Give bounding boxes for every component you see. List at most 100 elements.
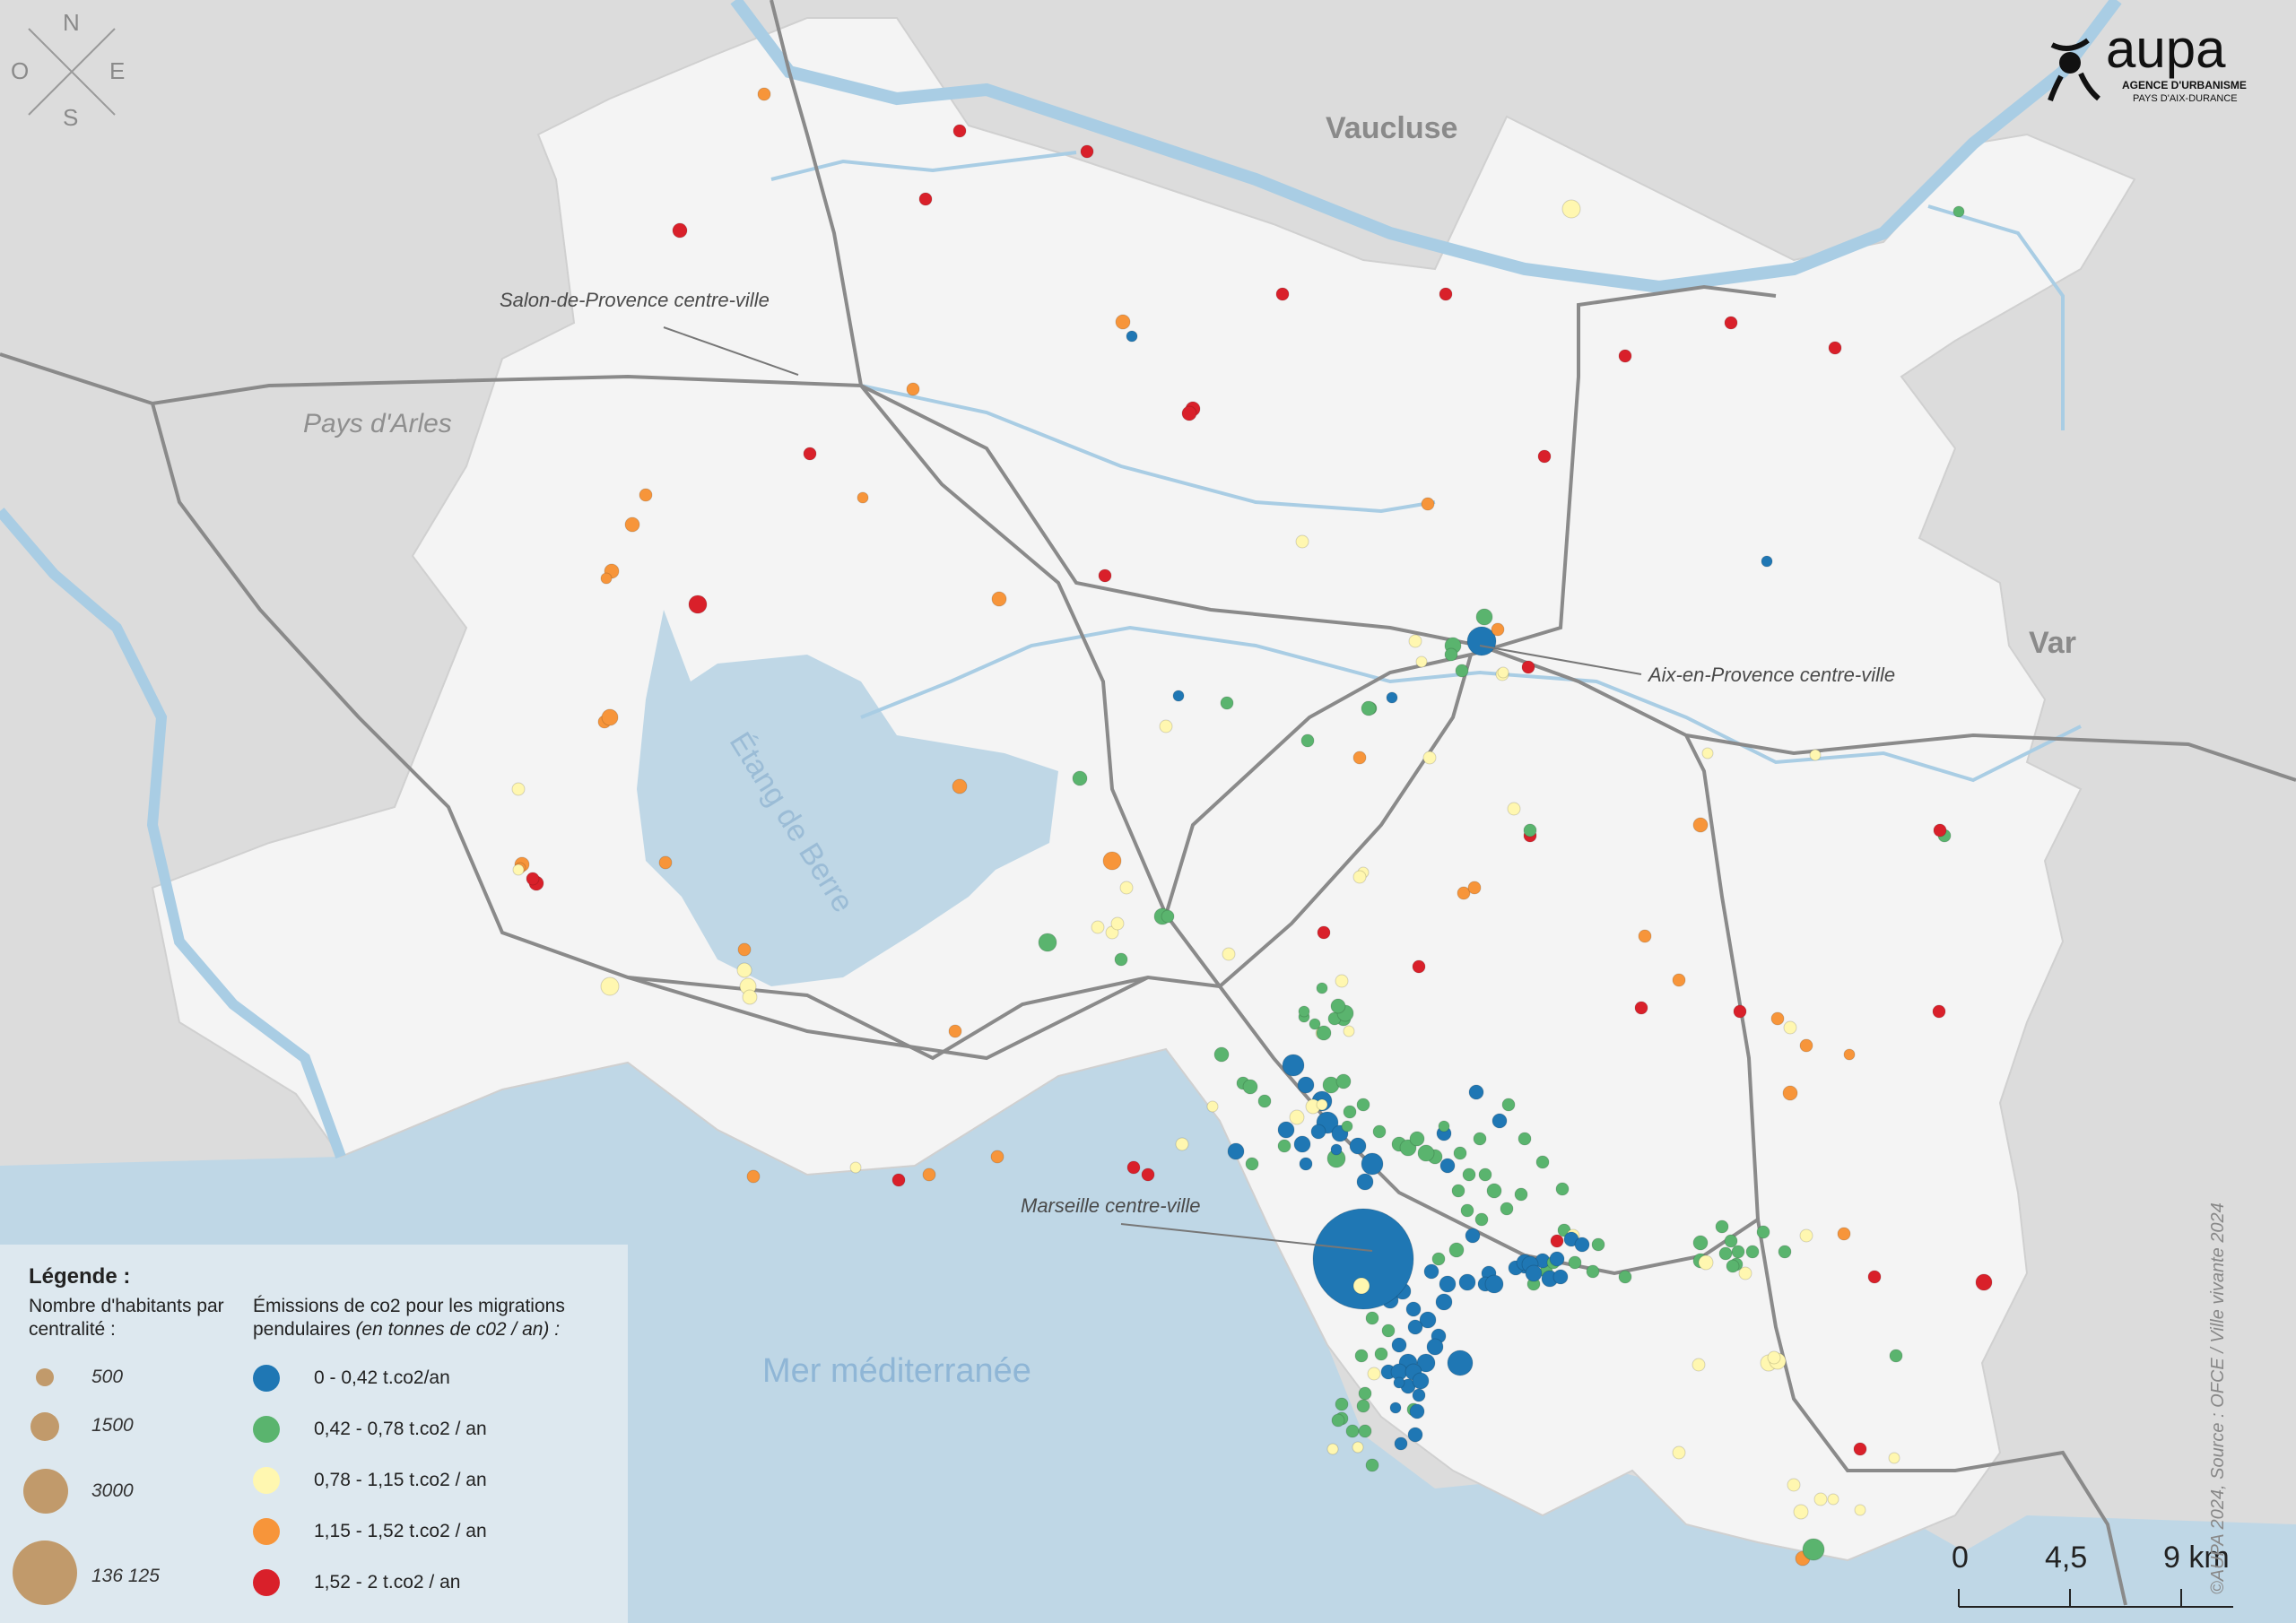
compass-rose: N O E S (9, 9, 135, 135)
centrality-point (990, 1150, 1004, 1164)
centrality-point (1365, 1458, 1379, 1472)
centrality-point (1352, 1277, 1370, 1295)
centrality-point (1672, 973, 1686, 987)
centrality-point (1289, 1109, 1305, 1125)
compass-o: O (11, 57, 30, 84)
legend-class-3-label: 1,15 - 1,52 t.co2 / an (314, 1521, 487, 1541)
label-marseille: Marseille centre-ville (1021, 1194, 1201, 1217)
centrality-point (1352, 751, 1367, 765)
centrality-point (1453, 1146, 1467, 1160)
aupa-logo: aupa AGENCE D'URBANISME PAYS D'AIX-DURAN… (2043, 19, 2258, 117)
centrality-point (922, 1167, 936, 1182)
centrality-point (1295, 534, 1309, 549)
centrality-point (1038, 933, 1057, 952)
centrality-point (1692, 1235, 1709, 1251)
centrality-point (1381, 1324, 1396, 1338)
centrality-point (1448, 1242, 1465, 1258)
legend-pop-symbol-3000 (23, 1469, 68, 1514)
centrality-point (1409, 1403, 1425, 1419)
centrality-point (1550, 1234, 1564, 1248)
centrality-point (1257, 1094, 1272, 1108)
logo-brand: aupa (2106, 19, 2226, 79)
centrality-point (1843, 1048, 1856, 1061)
centrality-point (1561, 199, 1581, 219)
legend-class-4-label: 1,52 - 2 t.co2 / an (314, 1572, 461, 1593)
centrality-point (737, 942, 752, 957)
centrality-point (1110, 916, 1125, 931)
legend-pop-symbol-1500 (30, 1412, 59, 1441)
centrality-point (1412, 959, 1426, 974)
centrality-point (1460, 1203, 1474, 1218)
legend-class-4-swatch (253, 1569, 280, 1596)
centrality-point (891, 1173, 906, 1187)
centrality-point (1072, 770, 1088, 786)
centrality-point (1618, 1270, 1632, 1284)
centrality-point (1159, 719, 1173, 733)
centrality-point (600, 572, 613, 585)
centrality-point (1114, 952, 1128, 967)
centrality-point (906, 382, 920, 396)
centrality-point (1468, 1084, 1484, 1100)
centrality-point (1438, 1120, 1450, 1133)
centrality-point (952, 778, 968, 794)
centrality-point (1692, 1358, 1706, 1372)
compass-e: E (109, 57, 126, 84)
centrality-point (1356, 1399, 1370, 1413)
centrality-point (1731, 1245, 1745, 1259)
aupa-figure-icon (2048, 38, 2100, 101)
centrality-point (1115, 314, 1131, 330)
centrality-point (1206, 1100, 1219, 1113)
centrality-point (1724, 316, 1738, 330)
centrality-point (1718, 1246, 1733, 1261)
centrality-point (1552, 1269, 1569, 1285)
centrality-point (991, 591, 1007, 607)
centrality-point (1335, 974, 1349, 988)
centrality-point (1102, 851, 1122, 871)
centrality-point (1220, 696, 1234, 710)
centrality-point (1358, 1424, 1372, 1438)
centrality-point (1372, 1124, 1387, 1139)
centrality-point (1638, 929, 1652, 943)
centrality-point (1409, 1131, 1425, 1147)
centrality-point (1330, 1143, 1343, 1156)
centrality-point (742, 989, 758, 1005)
centrality-point (1478, 1167, 1492, 1182)
centrality-point (1317, 925, 1331, 940)
centrality-point (1245, 1157, 1259, 1171)
centrality-point (1492, 1113, 1508, 1129)
centrality-point (1462, 1167, 1476, 1182)
legend-pop-symbol-500 (36, 1368, 54, 1386)
centrality-point (1813, 1492, 1828, 1506)
centrality-point (1586, 1264, 1600, 1279)
centrality-point (1297, 1076, 1315, 1094)
centrality-point (1455, 664, 1469, 678)
centrality-point (1316, 1025, 1332, 1041)
legend-class-1-swatch (253, 1416, 280, 1443)
centrality-point (948, 1024, 962, 1038)
centrality-point (1412, 1388, 1426, 1402)
centrality-point (1474, 1212, 1489, 1227)
centrality-point (1555, 1182, 1570, 1196)
centrality-point (1837, 1227, 1851, 1241)
centrality-point (1389, 1402, 1402, 1414)
centrality-point (1761, 555, 1773, 568)
centrality-point (1172, 690, 1185, 702)
label-vaucluse: Vaucluse (1326, 111, 1458, 145)
centrality-point (600, 976, 620, 996)
centrality-point (1405, 1301, 1422, 1317)
centrality-point (1119, 881, 1134, 895)
centrality-point (1098, 568, 1112, 583)
centrality-point (1421, 497, 1435, 511)
centrality-point (918, 192, 933, 206)
centrality-point (1365, 1311, 1379, 1325)
legend-pop-label-500: 500 (91, 1367, 124, 1387)
centrality-point (1770, 1011, 1785, 1026)
centrality-point (1161, 909, 1175, 924)
centrality-point (1889, 1349, 1903, 1363)
centrality-point (1853, 1442, 1867, 1456)
centrality-point (1783, 1020, 1797, 1035)
centrality-point (1465, 1228, 1481, 1244)
centrality-point (1778, 1245, 1792, 1259)
label-var: Var (2029, 626, 2076, 660)
centrality-point (1799, 1228, 1813, 1243)
